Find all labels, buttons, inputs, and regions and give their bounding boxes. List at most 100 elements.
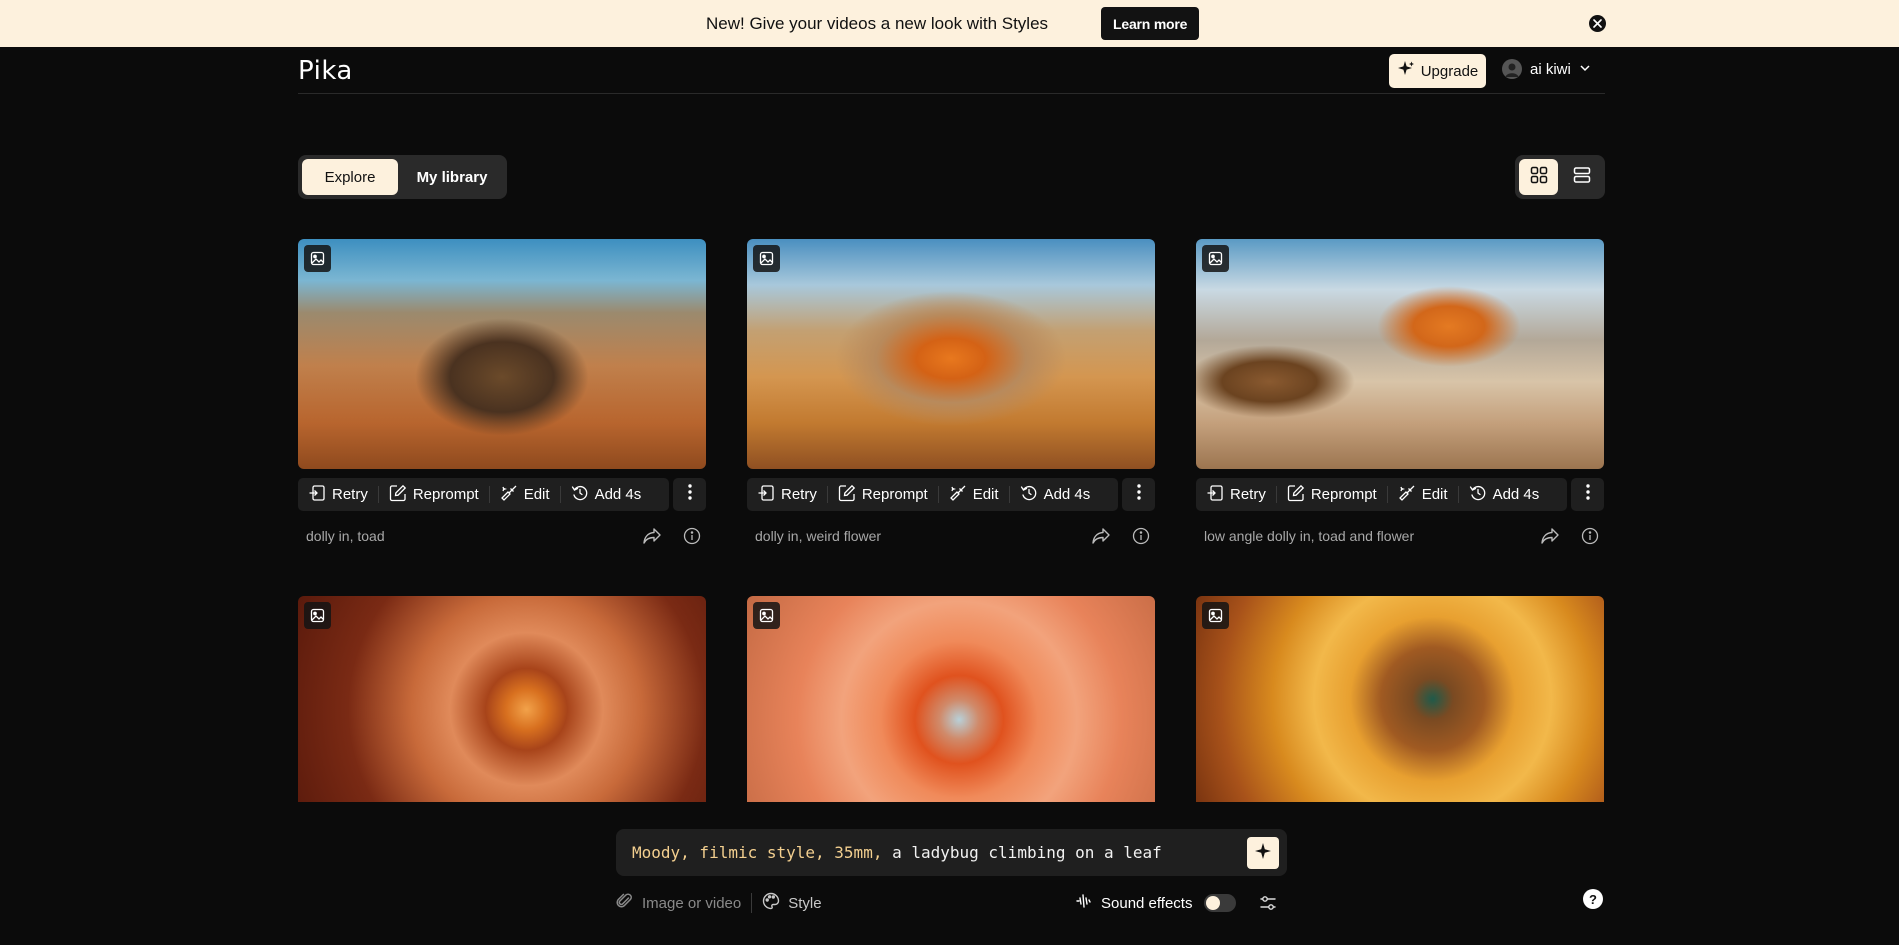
magic-brush-icon — [1398, 484, 1416, 506]
prompt-input[interactable]: Moody, filmic style, 35mm, a ladybug cli… — [632, 843, 1162, 862]
list-view-button[interactable] — [1562, 159, 1601, 195]
share-icon[interactable] — [638, 522, 666, 550]
reprompt-button[interactable]: Reprompt — [1277, 478, 1387, 511]
extend-icon — [1020, 484, 1038, 506]
share-icon[interactable] — [1536, 522, 1564, 550]
action-bar: Retry Reprompt Edit Add 4s — [1196, 478, 1567, 511]
sound-effects-toggle[interactable] — [1204, 894, 1237, 912]
video-thumbnail[interactable] — [298, 239, 706, 469]
user-menu[interactable]: ai kiwi — [1502, 59, 1591, 79]
edit-box-icon — [389, 484, 407, 506]
edit-button[interactable]: Edit — [939, 478, 1009, 511]
retry-icon — [757, 484, 775, 506]
retry-icon — [1206, 484, 1224, 506]
retry-button[interactable]: Retry — [298, 478, 378, 511]
info-icon[interactable] — [1576, 522, 1604, 550]
sparkle-icon — [1397, 60, 1415, 82]
add-4s-button[interactable]: Add 4s — [1459, 478, 1550, 511]
more-options-button[interactable] — [1122, 478, 1155, 511]
video-thumbnail[interactable] — [1196, 596, 1604, 802]
image-icon — [304, 602, 331, 629]
toggle-knob — [1206, 896, 1221, 910]
caption-row: dolly in, toad — [298, 522, 706, 550]
image-icon — [304, 245, 331, 272]
extend-icon — [571, 484, 589, 506]
sound-effects-label: Sound effects — [1101, 894, 1193, 912]
attach-image-or-video-button[interactable]: Image or video — [616, 892, 741, 914]
video-card: Retry Reprompt Edit Add 4s — [747, 239, 1155, 550]
generate-button[interactable] — [1247, 837, 1279, 869]
edit-box-icon — [838, 484, 856, 506]
grid-icon — [1530, 166, 1548, 189]
avatar — [1502, 59, 1522, 79]
video-thumbnail[interactable] — [747, 596, 1155, 802]
video-caption: dolly in, weird flower — [755, 528, 882, 544]
video-card — [747, 596, 1155, 802]
upgrade-button[interactable]: Upgrade — [1389, 54, 1486, 88]
image-icon — [753, 245, 780, 272]
video-card: Retry Reprompt Edit Add 4s — [1196, 239, 1604, 550]
video-card: Retry Reprompt Edit Add 4s — [298, 239, 706, 550]
caption-row: dolly in, weird flower — [747, 522, 1155, 550]
image-or-video-label: Image or video — [642, 894, 742, 912]
reprompt-button[interactable]: Reprompt — [379, 478, 489, 511]
announcement-banner: New! Give your videos a new look with St… — [0, 0, 1899, 47]
learn-more-button[interactable]: Learn more — [1101, 7, 1200, 40]
caption-row: low angle dolly in, toad and flower — [1196, 522, 1604, 550]
card-actions: Retry Reprompt Edit Add 4s — [1196, 478, 1604, 511]
info-icon[interactable] — [1127, 522, 1155, 550]
palette-icon — [762, 892, 780, 914]
action-bar: Retry Reprompt Edit Add 4s — [747, 478, 1118, 511]
magic-brush-icon — [949, 484, 967, 506]
more-options-button[interactable] — [1571, 478, 1604, 511]
video-thumbnail[interactable] — [298, 596, 706, 802]
retry-button[interactable]: Retry — [747, 478, 827, 511]
video-thumbnail[interactable] — [1196, 239, 1604, 469]
close-icon[interactable] — [1589, 15, 1606, 32]
reprompt-button[interactable]: Reprompt — [828, 478, 938, 511]
prompt-style-text: Moody, filmic style, 35mm, — [632, 843, 883, 862]
sound-effects-control: Sound effects — [1075, 892, 1237, 914]
upgrade-label: Upgrade — [1420, 62, 1479, 80]
video-card — [1196, 596, 1604, 802]
prompt-options: Image or video Style — [616, 892, 822, 914]
more-options-button[interactable] — [673, 478, 706, 511]
sound-wave-icon — [1075, 892, 1093, 914]
sliders-icon[interactable] — [1258, 893, 1278, 913]
info-icon[interactable] — [678, 522, 706, 550]
library-tabs: Explore My library — [298, 155, 507, 199]
image-icon — [1202, 602, 1229, 629]
more-vertical-icon — [687, 483, 693, 506]
video-thumbnail[interactable] — [747, 239, 1155, 469]
pika-logo[interactable]: Pika — [298, 56, 353, 86]
grid-view-button[interactable] — [1519, 159, 1558, 195]
add-4s-button[interactable]: Add 4s — [561, 478, 652, 511]
add-4s-button[interactable]: Add 4s — [1010, 478, 1101, 511]
edit-button[interactable]: Edit — [1388, 478, 1458, 511]
retry-icon — [308, 484, 326, 506]
help-button[interactable]: ? — [1583, 889, 1603, 909]
edit-box-icon — [1287, 484, 1305, 506]
more-vertical-icon — [1136, 483, 1142, 506]
divider — [751, 893, 753, 913]
video-card — [298, 596, 706, 802]
paperclip-icon — [616, 892, 634, 914]
tab-explore[interactable]: Explore — [302, 159, 398, 195]
style-button[interactable]: Style — [762, 892, 822, 914]
share-icon[interactable] — [1087, 522, 1115, 550]
user-name: ai kiwi — [1530, 60, 1571, 78]
sparkle-icon — [1254, 842, 1272, 865]
magic-brush-icon — [500, 484, 518, 506]
video-caption: dolly in, toad — [306, 528, 385, 544]
more-vertical-icon — [1585, 483, 1591, 506]
banner-text: New! Give your videos a new look with St… — [706, 14, 1049, 33]
view-toggle — [1515, 155, 1605, 199]
list-icon — [1573, 166, 1591, 189]
header-divider — [298, 93, 1605, 94]
extend-icon — [1469, 484, 1487, 506]
tab-my-library[interactable]: My library — [402, 159, 502, 195]
edit-button[interactable]: Edit — [490, 478, 560, 511]
prompt-main-text: a ladybug climbing on a leaf — [882, 843, 1162, 862]
prompt-box[interactable]: Moody, filmic style, 35mm, a ladybug cli… — [616, 829, 1287, 876]
retry-button[interactable]: Retry — [1196, 478, 1276, 511]
